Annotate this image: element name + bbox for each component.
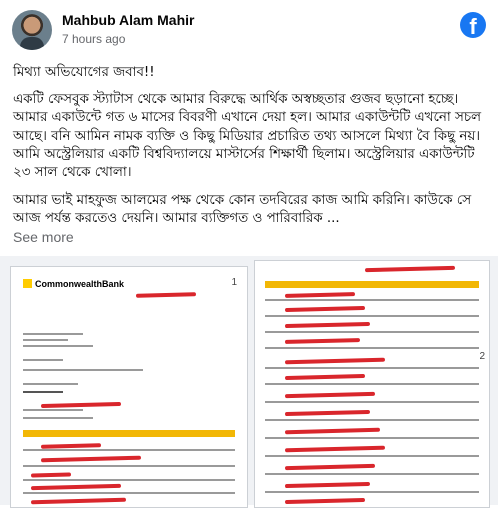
commonwealth-bank-logo: CommonwealthBank: [23, 279, 124, 289]
see-more-link[interactable]: See more: [13, 229, 74, 245]
post-paragraph-1: মিথ্যা অভিযোগের জবাব!!: [13, 65, 155, 80]
post-photos: CommonwealthBank 1 2: [0, 256, 498, 508]
post-timestamp[interactable]: 7 hours ago: [62, 32, 125, 46]
post-paragraph-3: আমার ভাই মাহফুজ আলমের পক্ষ থেকে কোন তদবি…: [13, 193, 472, 227]
bank-statement-photo-2[interactable]: 2: [254, 260, 490, 508]
post-text: মিথ্যা অভিযোগের জবাব!! একটি ফেসবুক স্ট্য…: [13, 64, 487, 239]
facebook-logo-icon: f: [460, 12, 486, 38]
post-header: Mahbub Alam Mahir 7 hours ago f: [12, 10, 486, 54]
photo-number-1: 1: [231, 277, 237, 288]
bank-statement-photo-1[interactable]: CommonwealthBank 1: [10, 266, 248, 508]
author-name[interactable]: Mahbub Alam Mahir: [62, 12, 195, 28]
post-paragraph-2: একটি ফেসবুক স্ট্যাটাস থেকে আমার বিরুদ্ধে…: [13, 92, 482, 181]
photo-number-2: 2: [479, 351, 485, 362]
author-avatar[interactable]: [12, 10, 52, 50]
